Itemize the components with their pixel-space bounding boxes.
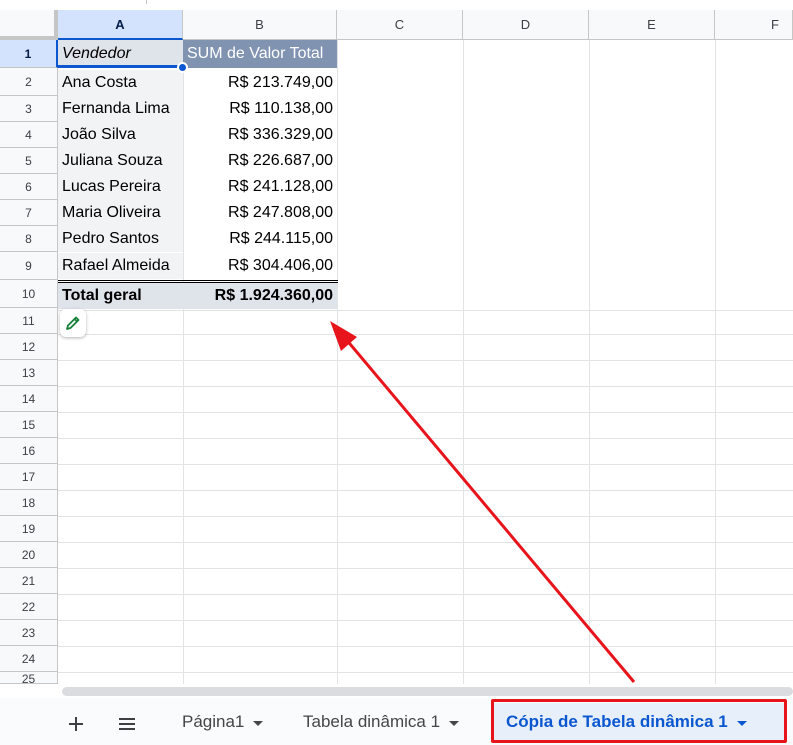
column-header-a[interactable]: A [58,10,183,40]
select-all-corner[interactable] [0,10,58,40]
all-sheets-button[interactable] [113,710,141,738]
gridline [58,620,793,621]
pivot-edit-button[interactable] [60,309,86,337]
gridline [337,40,338,685]
pivot-total-label[interactable]: Total geral [58,283,183,309]
sheet-tab-label: Tabela dinâmica 1 [303,712,441,731]
row-header-1[interactable]: 1 [0,40,58,68]
pivot-row-value[interactable]: R$ 226.687,00 [183,148,337,174]
pivot-row-name[interactable]: Ana Costa [58,70,183,96]
pivot-row-name[interactable]: Rafael Almeida [58,253,183,279]
pivot-total-value[interactable]: R$ 1.924.360,00 [183,283,337,309]
sheet-tab-label: Cópia de Tabela dinâmica 1 [506,712,728,731]
pivot-row-name[interactable]: Juliana Souza [58,148,183,174]
pivot-row-name[interactable]: Maria Oliveira [58,200,183,226]
row-header-12[interactable]: 12 [0,334,58,360]
pivot-row-value[interactable]: R$ 213.749,00 [183,70,337,96]
row-header-2[interactable]: 2 [0,68,58,96]
selection-border [58,40,183,68]
row-header-7[interactable]: 7 [0,200,58,226]
gridline [58,464,793,465]
gridline [58,646,793,647]
row-header-18[interactable]: 18 [0,490,58,516]
row-header-8[interactable]: 8 [0,226,58,252]
gridline [58,516,793,517]
column-header-f[interactable]: F [715,10,793,40]
toolbar-edge [146,0,147,4]
pivot-row-name[interactable]: Fernanda Lima [58,96,183,122]
row-header-5[interactable]: 5 [0,148,58,174]
pivot-row-value[interactable]: R$ 244.115,00 [183,226,337,252]
tab-caret-icon[interactable] [736,720,747,726]
plus-icon [69,717,83,731]
pivot-header-sum[interactable]: SUM de Valor Total [183,40,337,68]
row-header-11[interactable]: 11 [0,308,58,334]
pivot-row-name[interactable]: Lucas Pereira [58,174,183,200]
row-header-4[interactable]: 4 [0,122,58,148]
row-header-22[interactable]: 22 [0,594,58,620]
gridline [58,310,793,311]
column-header-b[interactable]: B [183,10,337,40]
gridline [58,594,793,595]
gridline [58,490,793,491]
gridline [715,40,716,685]
gridline [58,438,793,439]
row-header-6[interactable]: 6 [0,174,58,200]
row-header-20[interactable]: 20 [0,542,58,568]
gridline [58,542,793,543]
add-sheet-button[interactable] [62,710,90,738]
pivot-row-name[interactable]: Pedro Santos [58,226,183,252]
pivot-row-name[interactable]: João Silva [58,122,183,148]
pivot-row-value[interactable]: R$ 247.808,00 [183,200,337,226]
row-header-10[interactable]: 10 [0,280,58,308]
row-header-16[interactable]: 16 [0,438,58,464]
sheet-tab-label: Página1 [182,712,245,731]
row-header-15[interactable]: 15 [0,412,58,438]
sheet-tab-pagina1[interactable]: Página1 [170,703,275,741]
row-header-19[interactable]: 19 [0,516,58,542]
gridline [463,40,464,685]
pencil-icon [66,316,80,330]
sheet-tab-copia-tabela-dinamica-1[interactable]: Cópia de Tabela dinâmica 1 [494,703,784,741]
sheet-tab-tabela-dinamica-1[interactable]: Tabela dinâmica 1 [291,703,471,741]
row-header-23[interactable]: 23 [0,620,58,646]
cell-grid[interactable]: Vendedor SUM de Valor Total Ana Costa R$… [58,40,793,685]
column-header-e[interactable]: E [589,10,715,40]
gridline [58,672,793,673]
gridline [589,40,590,685]
gridline [58,360,793,361]
row-header-9[interactable]: 9 [0,252,58,280]
column-header-c[interactable]: C [337,10,463,40]
all-sheets-icon [119,718,135,730]
pivot-row-value[interactable]: R$ 336.329,00 [183,122,337,148]
row-header-14[interactable]: 14 [0,386,58,412]
row-header-17[interactable]: 17 [0,464,58,490]
tab-caret-icon[interactable] [449,720,460,726]
pivot-row-value[interactable]: R$ 110.138,00 [183,96,337,122]
column-header-d[interactable]: D [463,10,589,40]
gridline [58,334,793,335]
fill-handle[interactable] [177,62,188,73]
pivot-row-value[interactable]: R$ 241.128,00 [183,174,337,200]
tab-caret-icon[interactable] [253,720,264,726]
horizontal-scrollbar[interactable] [62,687,793,696]
row-header-21[interactable]: 21 [0,568,58,594]
gridline [58,386,793,387]
row-header-13[interactable]: 13 [0,360,58,386]
top-strip [0,0,793,10]
row-header-25[interactable]: 25 [0,672,58,684]
gridline [58,412,793,413]
gridline [58,568,793,569]
row-header-24[interactable]: 24 [0,646,58,672]
pivot-row-value[interactable]: R$ 304.406,00 [183,253,337,279]
row-header-3[interactable]: 3 [0,96,58,122]
